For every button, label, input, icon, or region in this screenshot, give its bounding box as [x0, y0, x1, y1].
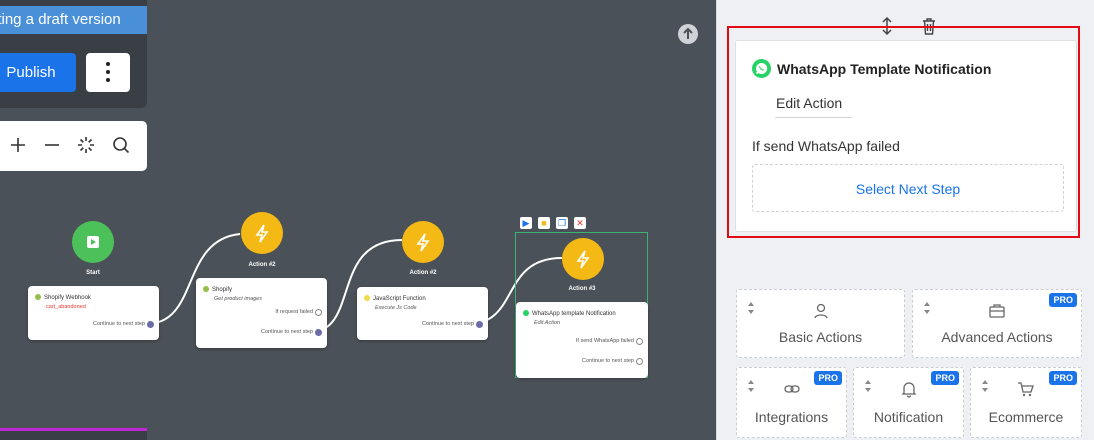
reorder-icon[interactable] — [923, 302, 931, 314]
category-label: Advanced Actions — [941, 329, 1053, 345]
fail-branch-label: If send WhatsApp failed — [752, 138, 900, 154]
card-title: WhatsApp template Notification — [532, 311, 616, 317]
node-copy-icon[interactable]: ❐ — [556, 217, 568, 229]
resize-vertical-icon[interactable] — [879, 16, 895, 36]
shopify-icon — [203, 286, 209, 292]
reorder-icon[interactable] — [747, 380, 755, 392]
connector-handle[interactable] — [476, 321, 483, 328]
javascript-icon — [364, 295, 370, 301]
reorder-icon[interactable] — [981, 380, 989, 392]
action-title: WhatsApp Template Notification — [777, 61, 992, 77]
card-subtitle: cart_abandoned — [46, 304, 86, 310]
pro-badge: PRO — [1049, 371, 1077, 385]
node-note-icon[interactable]: ■ — [538, 217, 550, 229]
node-caption: Action #2 — [409, 270, 437, 276]
flow-canvas[interactable]: iting a draft version Publish Start Shop… — [0, 0, 716, 440]
toolbox-icon — [989, 304, 1005, 318]
action-node-icon[interactable] — [402, 221, 444, 263]
shopping-cart-icon — [1018, 382, 1034, 397]
action-node-icon[interactable] — [562, 238, 604, 280]
category-label: Ecommerce — [988, 409, 1064, 425]
card-row: If request failed — [275, 309, 313, 315]
whatsapp-action-card[interactable]: WhatsApp template Notification Edit Acti… — [516, 302, 648, 378]
shopify-icon — [35, 294, 41, 300]
bottom-toolbar — [0, 428, 147, 440]
category-ecommerce[interactable]: Ecommerce PRO — [970, 367, 1082, 438]
category-label: Basic Actions — [778, 329, 863, 345]
card-row: Continue to next step — [93, 321, 145, 327]
node-caption: Action #2 — [248, 262, 276, 268]
category-integrations[interactable]: Integrations PRO — [736, 367, 847, 438]
link-icon — [783, 385, 800, 393]
card-subtitle: Edit Action — [534, 320, 561, 326]
connector-handle[interactable] — [636, 338, 643, 345]
bell-icon — [900, 382, 917, 398]
action-node-icon[interactable] — [241, 212, 283, 254]
card-subtitle: Get product images — [214, 296, 262, 302]
action-settings-panel: WhatsApp Template Notification Edit Acti… — [716, 0, 1094, 440]
card-row: Continue to next step — [261, 329, 313, 335]
card-title: JavaScript Function — [373, 296, 426, 302]
category-label: Integrations — [754, 409, 829, 425]
javascript-action-card[interactable]: JavaScript Function Execute Js Code Cont… — [357, 287, 488, 340]
node-caption: Action #3 — [568, 286, 596, 292]
category-advanced-actions[interactable]: Advanced Actions PRO — [912, 289, 1082, 358]
user-icon — [813, 303, 828, 319]
edit-action-link[interactable]: Edit Action — [775, 93, 852, 118]
reorder-icon[interactable] — [864, 380, 872, 392]
pro-badge: PRO — [1049, 293, 1077, 307]
connector-handle[interactable] — [636, 358, 643, 365]
start-node-icon[interactable] — [72, 221, 114, 263]
pro-badge: PRO — [931, 371, 959, 385]
connector-handle[interactable] — [147, 321, 154, 328]
select-next-step-button[interactable]: Select Next Step — [752, 164, 1064, 212]
whatsapp-icon — [523, 310, 529, 316]
card-row: If send WhatsApp failed — [575, 338, 634, 344]
node-run-icon[interactable]: ▶ — [520, 217, 532, 229]
shopify-action-card[interactable]: Shopify Get product images If request fa… — [196, 278, 327, 348]
pro-badge: PRO — [814, 371, 842, 385]
card-subtitle: Execute Js Code — [375, 305, 417, 311]
category-basic-actions[interactable]: Basic Actions — [736, 289, 905, 358]
reorder-icon[interactable] — [747, 302, 755, 314]
start-node-card[interactable]: Shopify Webhook cart_abandoned Continue … — [28, 286, 159, 340]
node-caption: Start — [86, 270, 100, 276]
category-label: Notification — [873, 409, 944, 425]
card-title: Shopify Webhook — [44, 295, 91, 301]
connector-handle[interactable] — [315, 309, 322, 316]
category-notification[interactable]: Notification PRO — [853, 367, 964, 438]
whatsapp-icon — [752, 59, 771, 78]
trash-icon[interactable] — [921, 16, 937, 36]
card-row: Continue to next step — [422, 321, 474, 327]
card-row: Continue to next step — [582, 358, 634, 364]
node-delete-icon[interactable]: ✕ — [574, 217, 586, 229]
connector-handle[interactable] — [315, 329, 322, 336]
card-title: Shopify — [212, 287, 233, 293]
